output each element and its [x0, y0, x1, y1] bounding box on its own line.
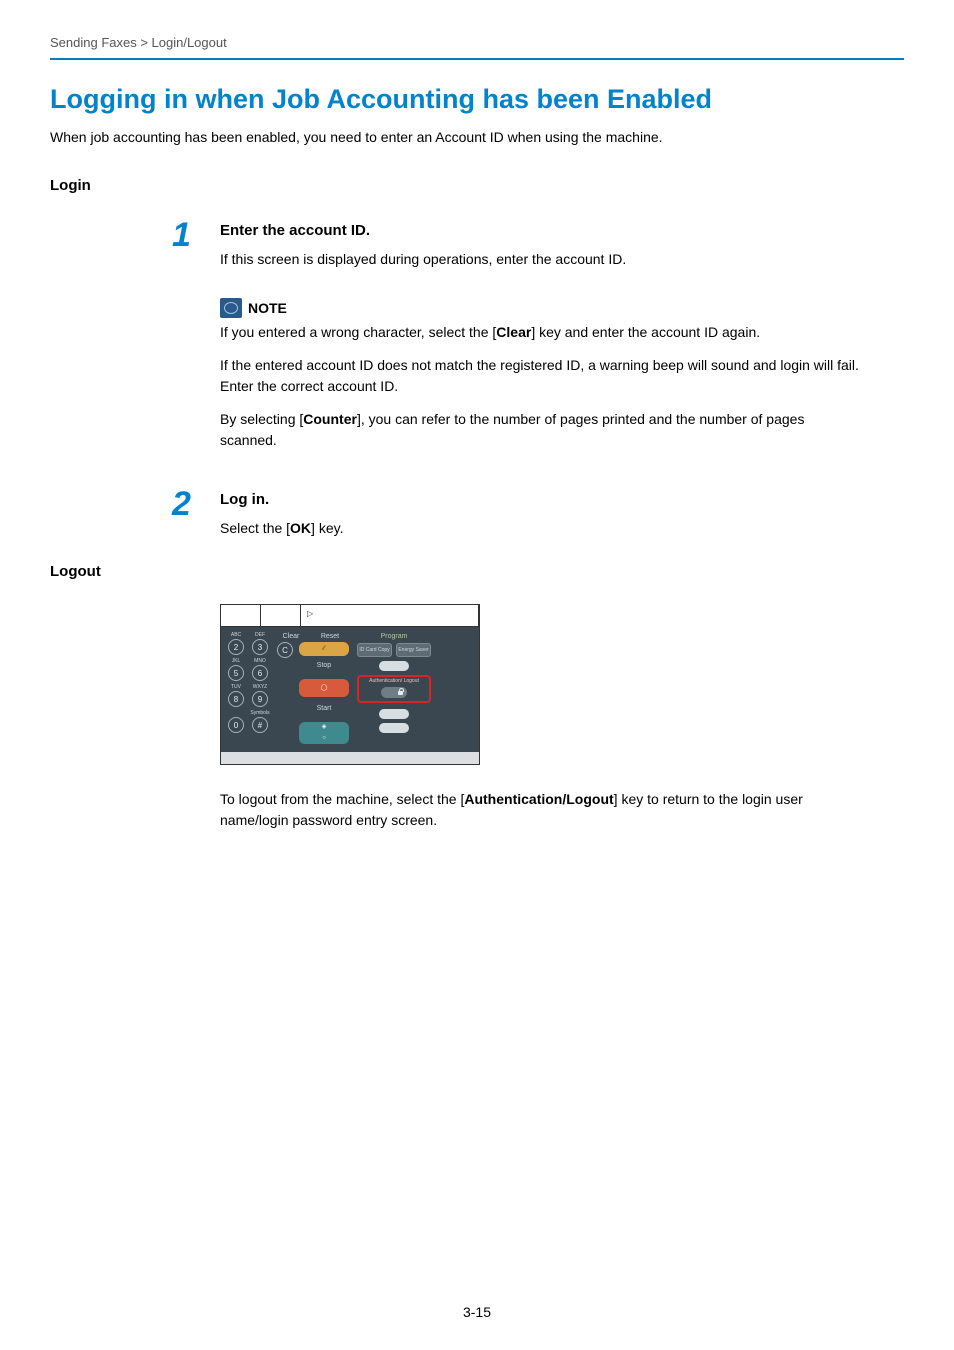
- start-button: ◈○: [299, 722, 349, 744]
- stop-label: Stop: [299, 662, 349, 669]
- key-label-tuv: TUV: [231, 685, 241, 690]
- breadcrumb: Sending Faxes > Login/Logout: [50, 35, 904, 60]
- key-label-wxyz: WXYZ: [253, 685, 267, 690]
- key-label-def: DEF: [255, 633, 265, 638]
- step-2-number: 2: [172, 487, 220, 539]
- note-p1-a: If you entered a wrong character, select…: [220, 324, 496, 340]
- step-1-text: If this screen is displayed during opera…: [220, 249, 864, 270]
- start-label: Start: [299, 705, 349, 712]
- stop-button: ◯: [299, 679, 349, 697]
- note-paragraph-1: If you entered a wrong character, select…: [220, 322, 864, 343]
- reset-label: Reset: [311, 633, 349, 640]
- key-5: 5: [228, 665, 244, 681]
- step2-text-a: Select the [: [220, 520, 290, 536]
- key-8: 8: [228, 691, 244, 707]
- page-number: 3-15: [0, 1304, 954, 1320]
- note-paragraph-3: By selecting [Counter], you can refer to…: [220, 409, 864, 451]
- step-1: 1 Enter the account ID. If this screen i…: [172, 218, 864, 463]
- step-2-heading: Log in.: [220, 491, 864, 508]
- key-label-symbols: Symbols: [250, 711, 269, 716]
- key-label-jkl: JKL: [232, 659, 241, 664]
- note-p1-c: ] key and enter the account ID again.: [531, 324, 760, 340]
- step-2-text: Select the [OK] key.: [220, 518, 864, 539]
- step2-text-c: ] key.: [311, 520, 343, 536]
- key-hash: #: [252, 717, 268, 733]
- lock-icon: [398, 689, 404, 695]
- auth-logout-highlight: Authentication/ Logout: [357, 675, 431, 703]
- logout-heading: Logout: [50, 563, 904, 580]
- key-label-mno: MNO: [254, 659, 266, 664]
- step-2: 2 Log in. Select the [OK] key.: [172, 487, 864, 539]
- note-paragraph-2: If the entered account ID does not match…: [220, 355, 864, 397]
- note-p3-key: Counter: [303, 411, 357, 427]
- reset-button: ⁄⁄: [299, 642, 349, 656]
- note-p3-a: By selecting [: [220, 411, 303, 427]
- clear-key: C: [277, 642, 293, 658]
- key-9: 9: [252, 691, 268, 707]
- program-label: Program: [357, 633, 431, 640]
- login-heading: Login: [50, 177, 904, 194]
- page-title: Logging in when Job Accounting has been …: [50, 84, 904, 115]
- energy-saver-chip: Energy Saver: [396, 643, 431, 657]
- id-card-chip: ID Card Copy: [357, 643, 392, 657]
- key-6: 6: [252, 665, 268, 681]
- key-label-blank: [235, 711, 236, 716]
- auth-logout-button: [381, 687, 407, 698]
- step-1-heading: Enter the account ID.: [220, 222, 864, 239]
- program-oval-1: [379, 661, 409, 671]
- key-2: 2: [228, 639, 244, 655]
- logout-key: Authentication/Logout: [464, 791, 613, 807]
- note-p1-key: Clear: [496, 324, 531, 340]
- key-0: 0: [228, 717, 244, 733]
- note-label: NOTE: [248, 300, 287, 316]
- logout-text-a: To logout from the machine, select the [: [220, 791, 464, 807]
- control-panel-illustration: ABC2 DEF3 JKL5 MNO6 TUV8 WXYZ9 0 Symbols…: [220, 604, 854, 765]
- key-3: 3: [252, 639, 268, 655]
- note-icon: [220, 298, 242, 318]
- program-oval-3: [379, 723, 409, 733]
- clear-label: Clear: [277, 633, 305, 640]
- logout-text: To logout from the machine, select the […: [220, 789, 854, 831]
- step2-key: OK: [290, 520, 311, 536]
- key-label-abc: ABC: [231, 633, 241, 638]
- step-1-number: 1: [172, 218, 220, 463]
- program-oval-2: [379, 709, 409, 719]
- intro-text: When job accounting has been enabled, yo…: [50, 129, 904, 145]
- note-block: NOTE If you entered a wrong character, s…: [220, 298, 864, 451]
- auth-logout-label: Authentication/ Logout: [361, 679, 427, 685]
